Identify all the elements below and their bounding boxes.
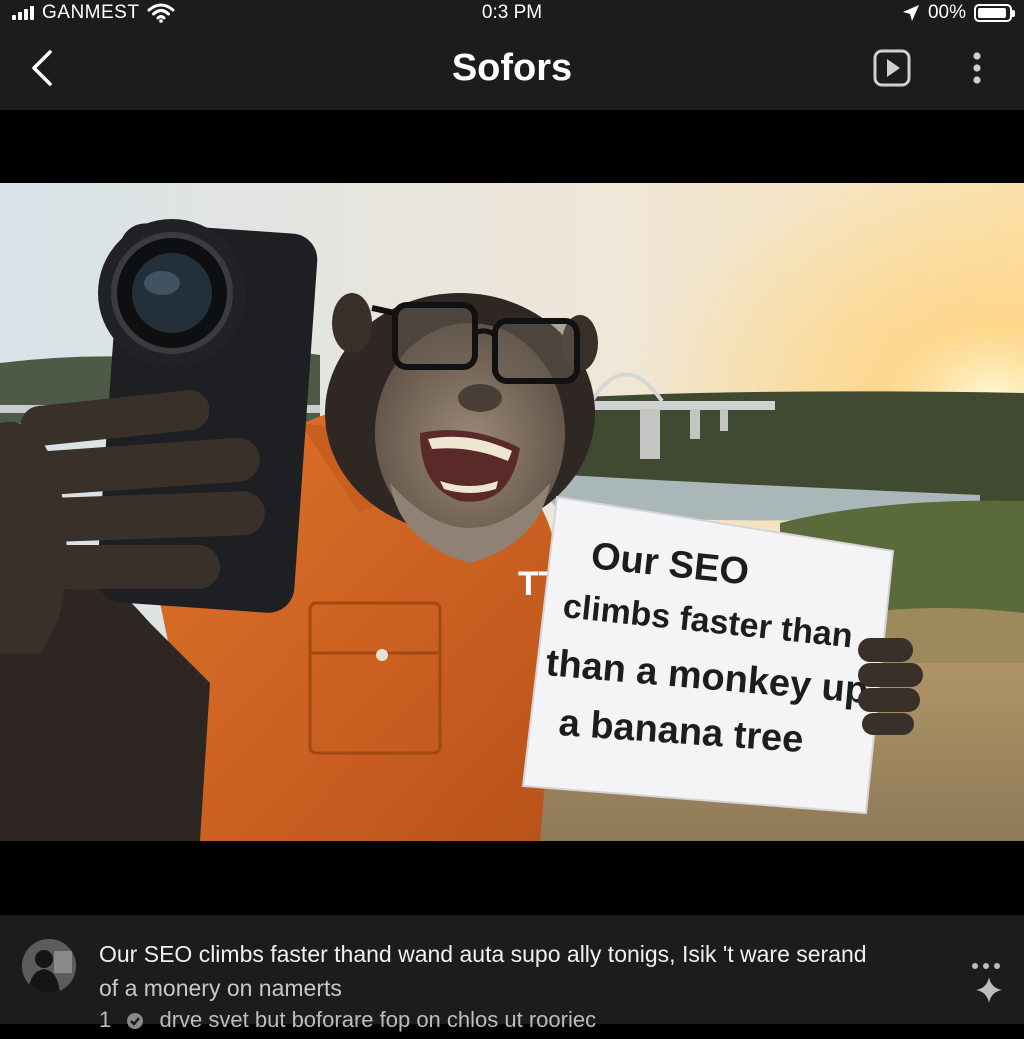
play-icon xyxy=(873,49,911,87)
nav-bar: Sofors xyxy=(0,26,1024,110)
avatar[interactable] xyxy=(22,939,76,993)
caption-line-2: of a monery on namerts xyxy=(99,975,342,1001)
play-button[interactable] xyxy=(870,46,914,90)
caption-meta: 1 drve svet but boforare fop on chlos ut… xyxy=(99,1007,939,1039)
more-vertical-icon xyxy=(973,52,981,84)
more-horizontal-icon[interactable] xyxy=(970,960,1002,972)
battery-percent: 00% xyxy=(927,2,966,23)
media-viewer: TT Our SEO climbs faster than than a mon… xyxy=(0,110,1024,915)
status-time: 0:3 PM xyxy=(481,2,543,23)
meta-text: drve svet but boforare fop on chlos ut r… xyxy=(159,1007,597,1032)
caption-line-1: Our SEO climbs faster thand wand auta su… xyxy=(99,941,867,967)
location-arrow-icon xyxy=(902,5,919,21)
battery-icon xyxy=(974,4,1015,22)
sparkle-icon[interactable] xyxy=(974,975,1004,1005)
back-button[interactable] xyxy=(22,46,62,90)
back-chevron-icon xyxy=(32,50,52,86)
status-bar: GANMEST 0:3 PM 00% xyxy=(0,0,1024,26)
meta-count: 1 xyxy=(99,1007,112,1032)
status-right: 00% xyxy=(902,0,1015,26)
more-options-button[interactable] xyxy=(960,46,994,90)
avatar-image xyxy=(22,939,76,993)
sign-board: Our SEO climbs faster than than a monkey… xyxy=(521,495,895,815)
photo-illustration: TT Our SEO climbs faster than than a mon… xyxy=(0,183,1024,841)
caption-bar: Our SEO climbs faster thand wand auta su… xyxy=(0,915,1024,1032)
photo[interactable]: TT Our SEO climbs faster than than a mon… xyxy=(0,183,1024,841)
verified-icon xyxy=(127,1013,144,1030)
caption-text: Our SEO climbs faster thand wand auta su… xyxy=(99,937,939,1005)
